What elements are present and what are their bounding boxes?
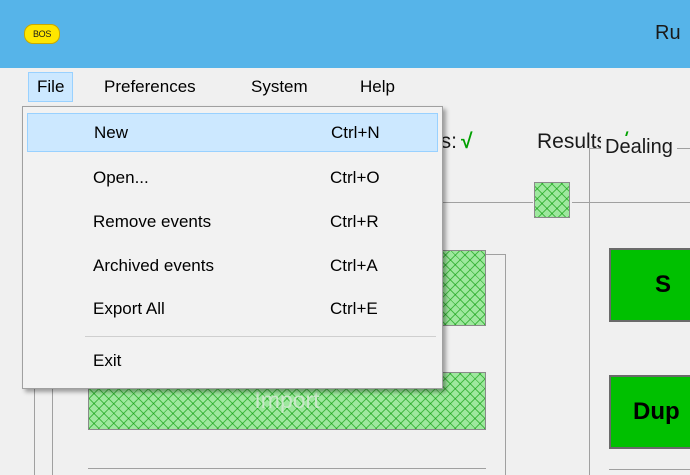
menu-bar: File Preferences System Help [0, 68, 690, 106]
menu-item-remove-events[interactable]: Remove events Ctrl+R [27, 203, 438, 242]
menu-item-archived-events[interactable]: Archived events Ctrl+A [27, 247, 438, 286]
menu-item-shortcut: Ctrl+R [330, 212, 379, 231]
group-border [609, 469, 690, 470]
dup-button-label: Dup [633, 398, 680, 425]
menu-item-new[interactable]: New Ctrl+N [27, 113, 438, 152]
duplicate-button[interactable]: Dup [609, 375, 690, 449]
menu-item-label: New [94, 123, 129, 142]
menu-separator [85, 336, 436, 337]
menu-help[interactable]: Help [352, 72, 403, 102]
dealing-group-label: Dealing [601, 136, 677, 159]
file-dropdown-menu: New Ctrl+N Open... Ctrl+O Remove events … [22, 106, 443, 389]
group-border [589, 148, 590, 475]
divider-line [443, 202, 533, 203]
panel-border [505, 254, 506, 475]
menu-item-export-all[interactable]: Export All Ctrl+E [27, 290, 438, 329]
menu-item-shortcut: Ctrl+E [330, 299, 378, 318]
menu-item-label: Exit [93, 351, 122, 370]
panel-border [88, 468, 486, 469]
s-button-label: S [655, 271, 672, 298]
menu-item-label: Remove events [93, 212, 212, 231]
menu-item-shortcut: Ctrl+N [331, 123, 380, 142]
expand-toggle[interactable] [534, 182, 570, 218]
menu-item-shortcut: Ctrl+O [330, 168, 380, 187]
title-bar: BOS Ru [0, 0, 690, 68]
s-button[interactable]: S [609, 248, 690, 322]
menu-item-label: Export All [93, 299, 165, 318]
check-icon: √ [461, 130, 473, 153]
menu-item-exit[interactable]: Exit [27, 342, 438, 381]
menu-item-label: Open... [93, 168, 149, 187]
menu-item-open[interactable]: Open... Ctrl+O [27, 159, 438, 198]
menu-item-shortcut: Ctrl+A [330, 256, 378, 275]
menu-preferences[interactable]: Preferences [96, 72, 204, 102]
app-icon: BOS [24, 24, 60, 44]
menu-system[interactable]: System [243, 72, 316, 102]
window-title: Ru [655, 22, 681, 44]
menu-file[interactable]: File [28, 72, 74, 102]
menu-item-label: Archived events [93, 256, 214, 275]
